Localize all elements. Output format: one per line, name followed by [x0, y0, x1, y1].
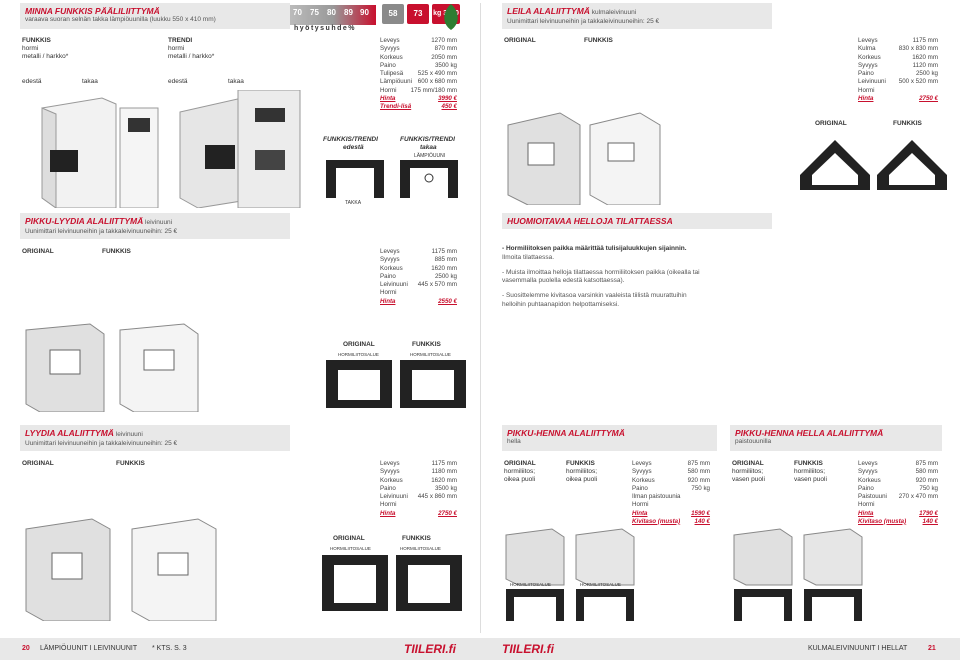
- ph-original-label: ORIGINAL hormiliitos; oikea puoli: [504, 460, 536, 484]
- ly-diag-funkkis: FUNKKIS: [402, 535, 431, 542]
- view-back-2: takaa: [228, 78, 244, 85]
- leila-illustrations: [507, 112, 661, 205]
- pl-plan-diagrams: [326, 360, 466, 408]
- minna-plan-diagrams: [326, 160, 458, 198]
- leila-original-label: ORIGINAL: [504, 37, 536, 44]
- efficiency-scale: 70 75 80 89 90: [290, 5, 376, 25]
- ly-illustrations: [25, 518, 217, 621]
- pl-diag-original: ORIGINAL: [343, 341, 375, 348]
- leila-diag-funkkis: FUNKKIS: [893, 120, 922, 127]
- max-efficiency-badge: 73: [407, 4, 429, 24]
- pl-illustrations: [25, 323, 199, 412]
- minna-header: MINNA FUNKKIS PÄÄLILIITTYMÄ varaava suor…: [20, 3, 290, 29]
- pl-area-2: HORMILIITOSALUE: [410, 352, 451, 357]
- ph-illustrations: [505, 528, 635, 621]
- helloja-header: HUOMIOITAVAA HELLOJA TILATTAESSA: [502, 213, 772, 229]
- minna-col1: FUNKKIS hormi metalli / harkko*: [22, 37, 69, 61]
- ph-specs: Leveys 875 mm Syvyys 580 mm Korkeus 920 mm …: [632, 460, 710, 525]
- phh-funkkis-label: FUNKKIS hormiliitos; vasen puoli: [794, 460, 827, 484]
- footer-ref: * KTS. S. 3: [152, 645, 187, 652]
- ly-plan-diagrams: [322, 555, 462, 611]
- efficiency-badge: 58: [382, 4, 404, 24]
- ly-specs: Leveys 1175 mm Syvyys 1180 mm Korkeus 1620 …: [380, 460, 457, 517]
- ph-funkkis-label: FUNKKIS hormiliitos; oikea puoli: [566, 460, 598, 484]
- lampio-label: LÄMPIÖUUNI: [414, 153, 446, 159]
- minna-illustrations: [41, 90, 301, 208]
- helloja-notes: - Hormiliitoksen paikka määrittää tulisi…: [502, 245, 700, 308]
- takka-label: TAKKA: [345, 200, 362, 206]
- leila-specs: Leveys 1175 mm Kulma 830 x 830 mm Korkeus 1…: [858, 37, 938, 102]
- pl-area-1: HORMILIITOSALUE: [338, 352, 379, 357]
- leila-plan-diagrams: [800, 140, 947, 190]
- footer: 20 LÄMPIÖUUNIT I LEIVINUUNIT * KTS. S. 3…: [0, 638, 960, 660]
- minna-col2: TRENDI hormi metalli / harkko*: [168, 37, 215, 61]
- phh-header: PIKKU-HENNA HELLA ALALIITTYMÄ paistouuni…: [730, 425, 942, 451]
- minna-specs: Leveys 1270 mm Syvyys 870 mm Korkeus 2050 m…: [380, 37, 457, 110]
- tiileri-logo-left: TIILERI.fi: [404, 642, 456, 656]
- pl-diag-funkkis: FUNKKIS: [412, 341, 441, 348]
- page-number-left: 20: [22, 645, 30, 652]
- view-front-1: edestä: [22, 78, 42, 85]
- footer-left-text: LÄMPIÖUUNIT I LEIVINUUNIT: [40, 645, 138, 652]
- minna-subtitle: varaava suoran selnän takka lämpiöuunill…: [25, 16, 216, 24]
- view-front-2: edestä: [168, 78, 188, 85]
- phh-specs: Leveys 875 mm Syvyys 580 mm Korkeus 920 mm …: [858, 460, 938, 525]
- diag-back-label: FUNKKIS/TRENDI takaa: [400, 136, 455, 152]
- leila-header: LEILA ALALIITTYMÄ kulmaleivinuuni Uunimi…: [502, 3, 772, 29]
- leila-diag-original: ORIGINAL: [815, 120, 847, 127]
- pikkulyydia-header: PIKKU-LYYDIA ALALIITTYMÄ leivinuuni Uuni…: [20, 213, 290, 239]
- diag-front-label: FUNKKIS/TRENDI edestä: [323, 136, 378, 152]
- ph-area-2: HORMILIITOSALUE: [580, 582, 621, 587]
- ph-header: PIKKU-HENNA ALALIITTYMÄ hella: [502, 425, 717, 451]
- ly-funkkis-label: FUNKKIS: [116, 460, 145, 467]
- tiileri-logo-right: TIILERI.fi: [502, 642, 554, 656]
- phh-original-label: ORIGINAL hormiliitos; vasen puoli: [732, 460, 765, 484]
- pl-original-label: ORIGINAL: [22, 248, 54, 255]
- center-divider: [480, 3, 481, 633]
- efficiency-label: hyötysuhde%: [294, 25, 357, 32]
- minna-title: MINNA FUNKKIS PÄÄLILIITTYMÄ: [25, 6, 160, 16]
- leaf-icon: [444, 4, 458, 30]
- ly-original-label: ORIGINAL: [22, 460, 54, 467]
- leila-funkkis-label: FUNKKIS: [584, 37, 613, 44]
- page-number-right: 21: [928, 645, 936, 652]
- ph-area-1: HORMILIITOSALUE: [510, 582, 551, 587]
- footer-right-text: KULMALEIVINUUNIT I HELLAT: [808, 645, 908, 652]
- lyydia-header: LYYDIA ALALIITTYMÄ leivinuuni Uunimittar…: [20, 425, 290, 451]
- pl-specs: Leveys 1175 mm Syvyys 885 mm Korkeus 1620 m…: [380, 248, 457, 305]
- ly-area-1: HORMILIITOSALUE: [330, 546, 371, 551]
- ly-diag-original: ORIGINAL: [333, 535, 365, 542]
- phh-illustrations: [733, 528, 863, 621]
- view-back-1: takaa: [82, 78, 98, 85]
- pl-funkkis-label: FUNKKIS: [102, 248, 131, 255]
- ly-area-2: HORMILIITOSALUE: [400, 546, 441, 551]
